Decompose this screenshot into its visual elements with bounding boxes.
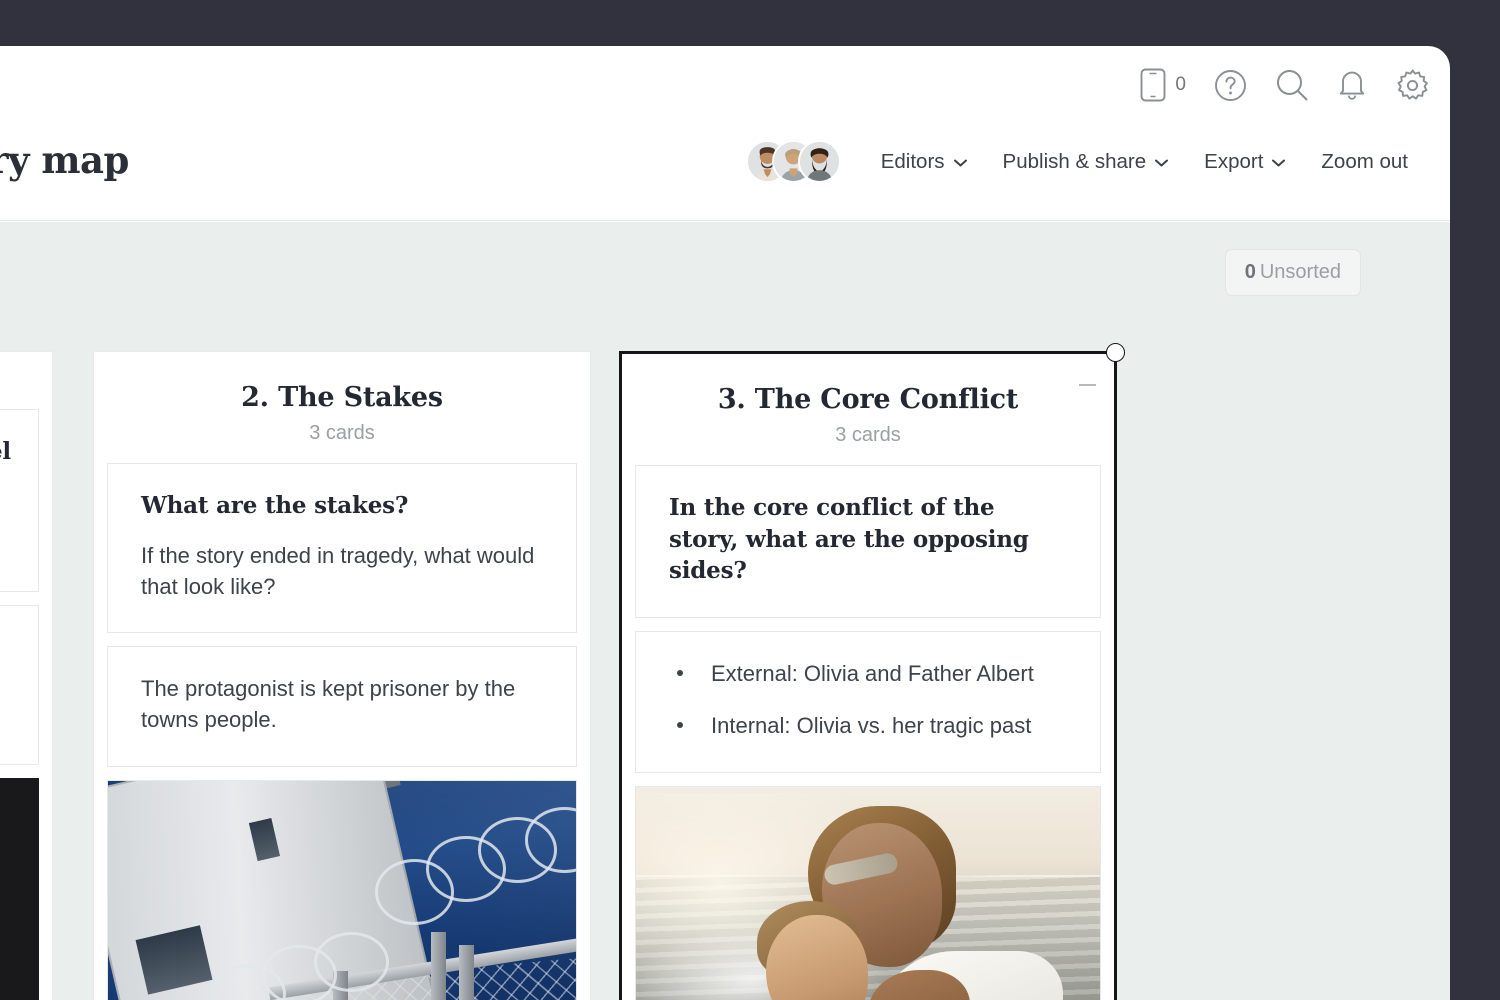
card-image-beach[interactable]: [635, 785, 1101, 1000]
unsorted-label: Unsorted: [1259, 261, 1341, 283]
notifications-bell-icon[interactable]: [1337, 68, 1367, 102]
app-window: 0 y map Editors Publish & share Export Z…: [0, 0, 1500, 1000]
card-image-prison[interactable]: [107, 779, 577, 1000]
unsorted-badge[interactable]: 0 Unsorted: [1224, 249, 1361, 296]
editors-menu[interactable]: Editors: [863, 144, 985, 180]
list-item: Internal: Olivia vs. her tragic past: [669, 710, 1067, 741]
column-header: [0, 352, 52, 409]
list-item: External: Olivia and Father Albert: [669, 658, 1067, 689]
zoom-out-button[interactable]: Zoom out: [1303, 144, 1426, 180]
editor-avatar-3[interactable]: [797, 140, 841, 183]
unsorted-count: 0: [1244, 261, 1256, 283]
document-title-bar: Story map: [0, 118, 1450, 221]
search-icon[interactable]: [1275, 68, 1309, 102]
story-map-canvas[interactable]: 0Unsorted el 2. The Stakes 3 cards: [0, 222, 1450, 1000]
card-title: What are the stakes?: [141, 492, 409, 519]
chevron-down-icon: [1272, 159, 1286, 167]
column-header: 2. The Stakes 3 cards: [94, 352, 590, 463]
page-title: Story map: [0, 138, 129, 182]
card[interactable]: The protagonist is kept prisoner by the …: [107, 646, 577, 767]
mobile-preview-count: 0: [1175, 74, 1186, 95]
minimize-icon[interactable]: [1079, 376, 1101, 394]
beach-photo: [636, 786, 1100, 1000]
card[interactable]: External: Olivia and Father Albert Inter…: [635, 631, 1101, 773]
card-body: If the story ended in tragedy, what woul…: [141, 542, 535, 599]
app-panel: 0 y map Editors Publish & share Export Z…: [0, 46, 1450, 1000]
export-label: Export: [1204, 149, 1264, 173]
story-column-partial[interactable]: el: [0, 351, 53, 1000]
card[interactable]: What are the stakes? If the story ended …: [107, 463, 577, 634]
editor-avatars[interactable]: [745, 140, 841, 183]
editors-menu-label: Editors: [880, 149, 945, 173]
mobile-preview-icon[interactable]: [1140, 68, 1166, 102]
zoom-out-label: Zoom out: [1321, 149, 1408, 173]
column-title: 2. The Stakes: [241, 382, 443, 413]
card-title: el: [0, 438, 11, 465]
publish-share-label: Publish & share: [1002, 149, 1147, 173]
publish-share-menu[interactable]: Publish & share: [985, 144, 1187, 180]
card-bullet-list: External: Olivia and Father Albert Inter…: [669, 658, 1067, 741]
card[interactable]: el: [0, 409, 39, 592]
card[interactable]: [0, 605, 39, 765]
document-toolbar: Editors Publish & share Export Zoom out: [745, 140, 1426, 183]
column-card-count: 3 cards: [309, 422, 375, 444]
card-media-dark[interactable]: [0, 778, 39, 1000]
top-icon-bar: 0: [1140, 54, 1430, 116]
column-header: 3. The Core Conflict 3 cards: [622, 354, 1114, 465]
chevron-down-icon: [1155, 159, 1169, 167]
settings-gear-icon[interactable]: [1395, 68, 1430, 103]
column-card-count: 3 cards: [835, 424, 901, 446]
card-title: In the core conflict of the story, what …: [669, 494, 1029, 585]
chevron-down-icon: [953, 159, 967, 167]
story-column-core-conflict[interactable]: 3. The Core Conflict 3 cards In the core…: [619, 343, 1125, 1000]
column-title: 3. The Core Conflict: [717, 384, 1019, 415]
story-column-stakes[interactable]: 2. The Stakes 3 cards What are the stake…: [93, 351, 591, 1000]
card-body: The protagonist is kept prisoner by the …: [141, 676, 516, 733]
prison-photo: [108, 780, 576, 1000]
export-menu[interactable]: Export: [1186, 144, 1303, 180]
mobile-preview-button[interactable]: 0: [1140, 68, 1186, 102]
card[interactable]: In the core conflict of the story, what …: [635, 465, 1101, 619]
help-icon[interactable]: [1214, 69, 1247, 102]
